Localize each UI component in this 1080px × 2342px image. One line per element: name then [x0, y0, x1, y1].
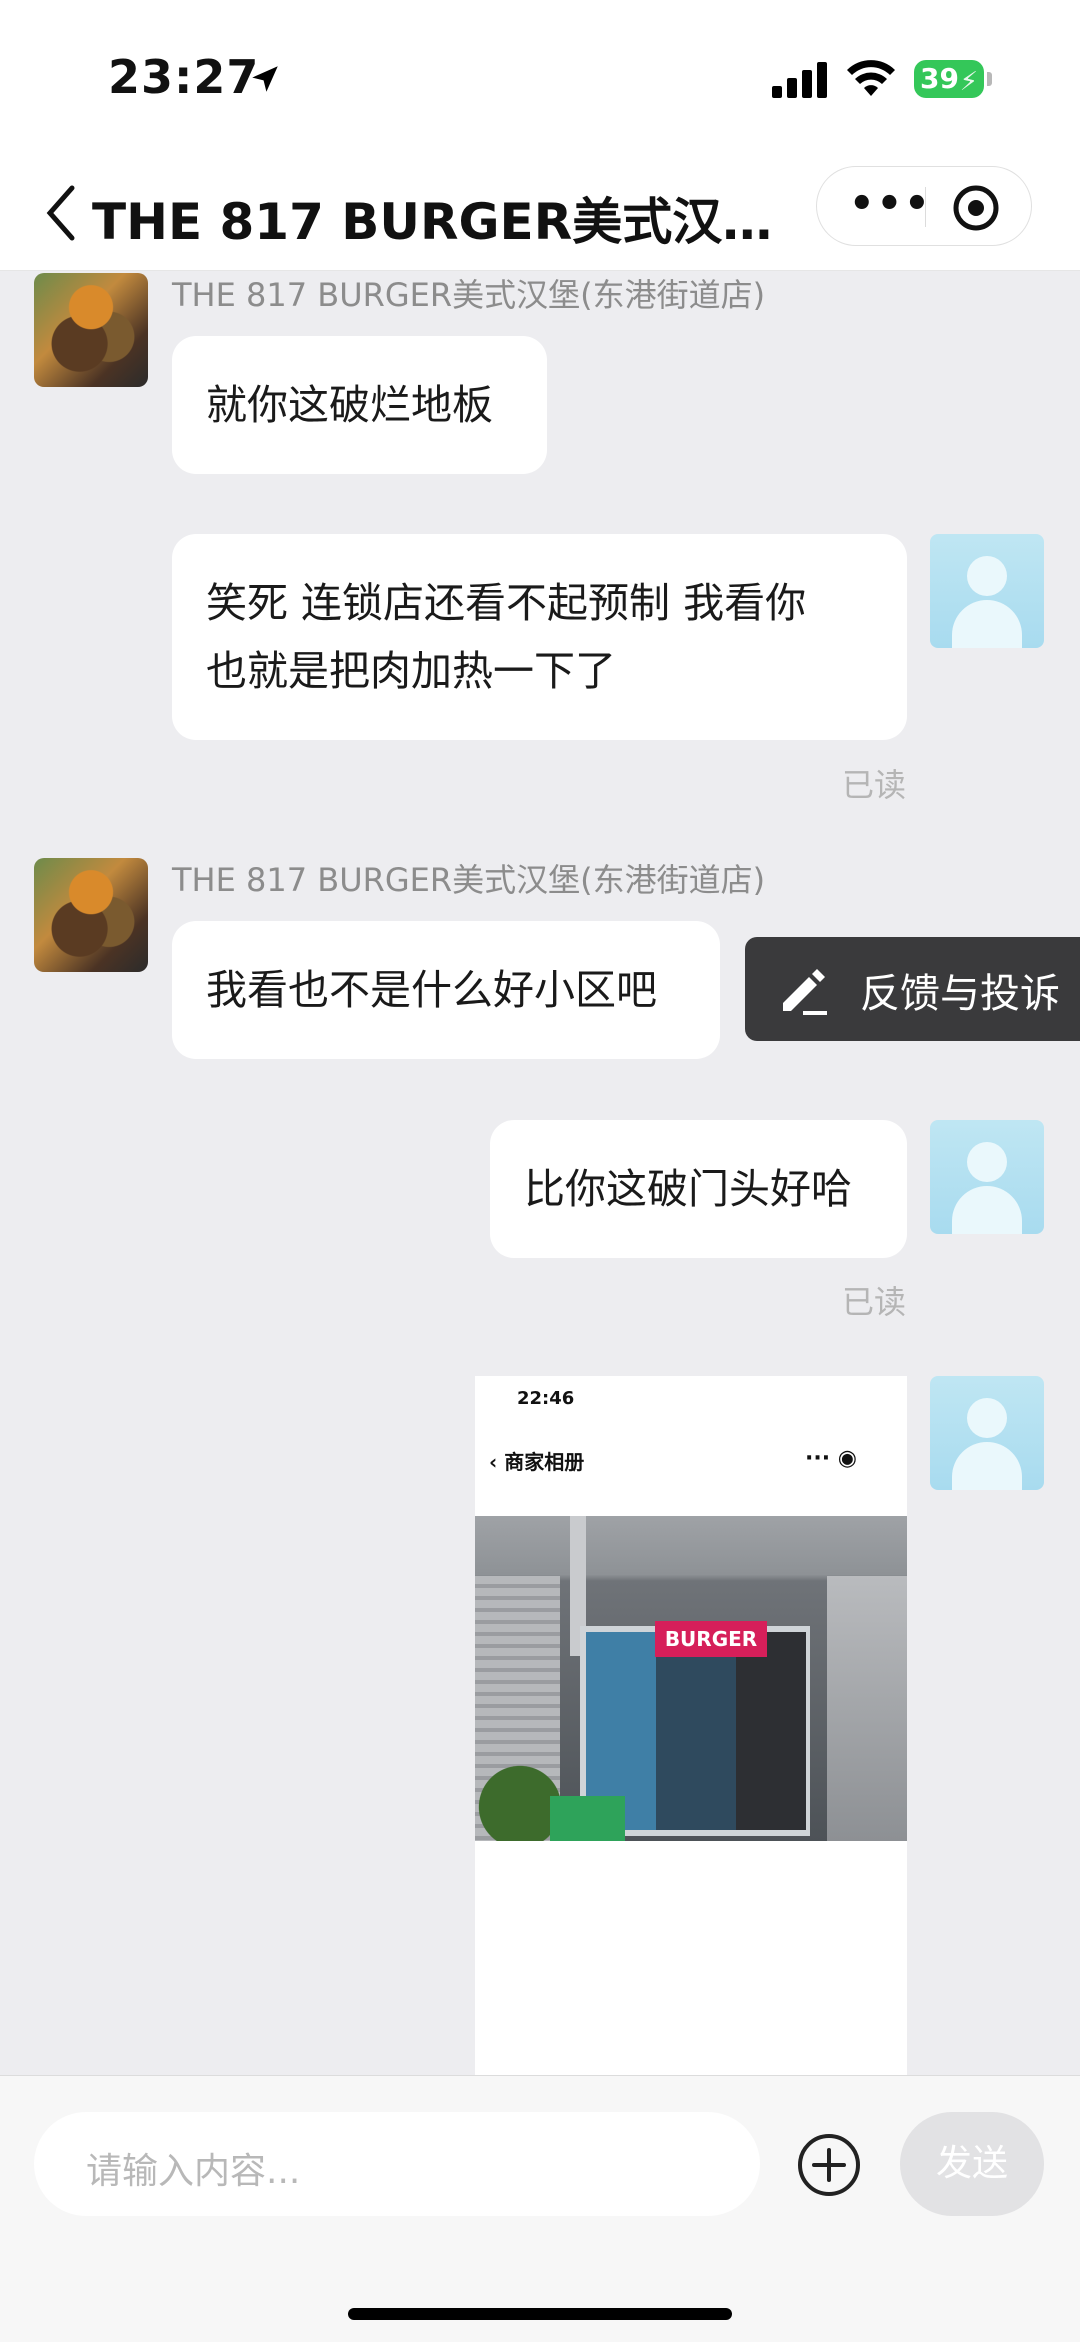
cellular-signal-icon: [772, 62, 827, 98]
back-chevron-icon[interactable]: [38, 178, 88, 248]
message-input[interactable]: 请输入内容...: [34, 2112, 760, 2216]
image-status-time: 22:46: [517, 1388, 575, 1409]
feedback-label: 反馈与投诉: [860, 971, 1060, 1017]
capsule-divider: [925, 187, 926, 227]
sender-name: THE 817 BURGER美式汉堡(东港街道店): [172, 861, 766, 899]
store-sign: BURGER: [655, 1621, 767, 1657]
trash-bin: [550, 1796, 625, 1841]
sender-name: THE 817 BURGER美式汉堡(东港街道店): [172, 276, 766, 314]
input-bar: 请输入内容... 发送: [0, 2075, 1080, 2342]
wall: [827, 1576, 907, 1841]
chat-area[interactable]: THE 817 BURGER美式汉堡(东港街道店) 就你这破烂地板 笑死 连锁店…: [0, 270, 1080, 2075]
merchant-avatar[interactable]: [34, 858, 148, 972]
more-dots-icon[interactable]: •••: [849, 184, 932, 224]
navigation-bar: THE 817 BURGER美式汉… •••: [0, 160, 1080, 271]
home-indicator: [348, 2308, 732, 2320]
message-text: 我看也不是什么好小区吧: [206, 966, 657, 1014]
message-bubble[interactable]: 比你这破门头好哈: [490, 1120, 907, 1258]
add-plus-icon[interactable]: [796, 2132, 862, 2198]
user-avatar[interactable]: [930, 534, 1044, 648]
wifi-icon: [847, 60, 895, 96]
message-bubble[interactable]: 笑死 连锁店还看不起预制 我看你 也就是把肉加热一下了: [172, 534, 907, 740]
page-title: THE 817 BURGER美式汉…: [92, 193, 773, 251]
message-bubble[interactable]: 就你这破烂地板: [172, 336, 547, 474]
storefront-photo: BURGER: [475, 1516, 907, 1841]
user-avatar[interactable]: [930, 1120, 1044, 1234]
edit-pen-icon: [783, 969, 827, 1015]
image-capsule-icon: ··· ◉: [805, 1446, 857, 1471]
input-placeholder: 请输入内容...: [86, 2151, 301, 2192]
image-page-title: ‹ 商家相册: [489, 1450, 585, 1474]
status-bar: 23:27 39 ⚡: [0, 0, 1080, 160]
message-text-line: 笑死 连锁店还看不起预制 我看你: [206, 579, 807, 627]
charging-bolt-icon: ⚡: [959, 67, 978, 97]
mini-program-capsule: •••: [816, 166, 1032, 246]
message-text-line: 也就是把肉加热一下了: [206, 647, 616, 695]
battery-indicator: 39 ⚡: [914, 60, 992, 98]
door-panel: [736, 1632, 806, 1830]
feedback-button[interactable]: 反馈与投诉: [745, 937, 1080, 1041]
message-text: 就你这破烂地板: [206, 381, 493, 429]
message-text: 比你这破门头好哈: [524, 1165, 852, 1213]
user-avatar[interactable]: [930, 1376, 1044, 1490]
image-message[interactable]: 22:46 ‹ 商家相册 ··· ◉ BURGER: [475, 1376, 907, 2075]
read-receipt: 已读: [842, 1283, 907, 1321]
location-arrow-icon: [252, 66, 278, 92]
message-bubble[interactable]: 我看也不是什么好小区吧: [172, 921, 720, 1059]
close-target-icon[interactable]: [951, 183, 1001, 233]
battery-level: 39: [920, 62, 959, 95]
read-receipt: 已读: [842, 766, 907, 804]
merchant-avatar[interactable]: [34, 273, 148, 387]
send-button[interactable]: 发送: [900, 2112, 1044, 2216]
status-time: 23:27: [108, 50, 260, 104]
